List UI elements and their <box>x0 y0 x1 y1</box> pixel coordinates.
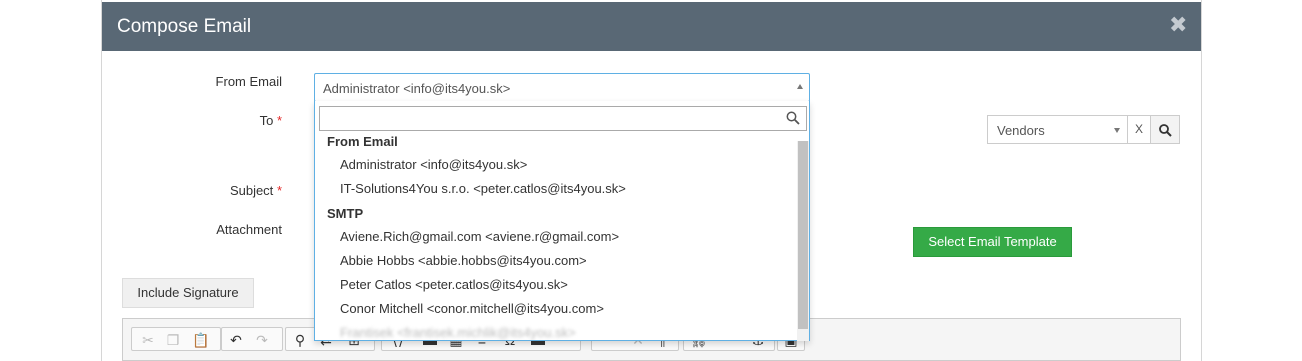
dropdown-scrollbar[interactable] <box>797 141 809 341</box>
close-icon[interactable]: ✖ <box>1169 14 1187 36</box>
option-item[interactable]: Peter Catlos <peter.catlos@its4you.sk> <box>315 277 799 301</box>
clear-button[interactable]: X <box>1127 115 1151 144</box>
option-item[interactable]: Aviene.Rich@gmail.com <aviene.r@gmail.co… <box>315 229 799 253</box>
cut-icon[interactable]: ✂ <box>140 332 156 348</box>
search-icon <box>786 111 800 125</box>
required-mark: * <box>276 113 282 128</box>
subject-label: Subject * <box>102 183 282 198</box>
required-mark: * <box>276 183 282 198</box>
to-module-select[interactable]: Vendors <box>987 115 1128 144</box>
compose-email-modal: Compose Email ✖ From Email To * Subject … <box>101 0 1202 361</box>
toolbar-clipboard-group: ✂ ❐ 📋 <box>131 327 221 351</box>
search-icon <box>1159 124 1172 137</box>
dropdown-list: From Email Administrator <info@its4you.s… <box>315 133 799 341</box>
undo-icon[interactable]: ↶ <box>228 332 244 348</box>
scroll-thumb[interactable] <box>798 141 808 329</box>
search-button[interactable] <box>1150 115 1180 144</box>
redo-icon[interactable]: ↷ <box>254 332 270 348</box>
option-item[interactable]: IT-Solutions4You s.r.o. <peter.catlos@it… <box>315 181 799 205</box>
from-email-label-text: From Email <box>215 74 282 89</box>
copy-icon[interactable]: ❐ <box>165 332 181 348</box>
from-email-label: From Email <box>102 74 282 89</box>
modal-header: Compose Email ✖ <box>102 2 1201 51</box>
paste-icon[interactable]: 📋 <box>192 332 209 348</box>
modal-title: Compose Email <box>117 16 252 37</box>
from-email-select[interactable]: Administrator <info@its4you.sk> <box>314 73 810 102</box>
to-label: To * <box>102 113 282 128</box>
include-signature-button[interactable]: Include Signature <box>122 278 254 308</box>
option-item[interactable]: Frantisek <frantisek.michlik@its4you.sk> <box>315 325 799 341</box>
chevron-down-icon <box>1114 128 1120 133</box>
subject-label-text: Subject <box>229 183 274 198</box>
option-item[interactable]: Conor Mitchell <conor.mitchell@its4you.c… <box>315 301 799 325</box>
dropdown-search-input[interactable] <box>324 108 788 131</box>
attachment-label: Attachment <box>102 222 282 237</box>
toolbar-undo-group: ↶ ↷ <box>221 327 283 351</box>
attachment-label-text: Attachment <box>216 222 282 237</box>
from-email-value: Administrator <info@its4you.sk> <box>323 81 511 96</box>
group-label: SMTP <box>327 206 364 221</box>
chevron-up-icon <box>797 84 803 89</box>
dropdown-search-box <box>319 106 807 131</box>
select-email-template-button[interactable]: Select Email Template <box>913 227 1072 257</box>
group-label: From Email <box>327 134 398 149</box>
from-email-dropdown: From Email Administrator <info@its4you.s… <box>314 101 810 341</box>
to-label-text: To <box>259 113 274 128</box>
to-module-value: Vendors <box>997 123 1045 138</box>
option-item[interactable]: Abbie Hobbs <abbie.hobbs@its4you.com> <box>315 253 799 277</box>
option-item[interactable]: Administrator <info@its4you.sk> <box>315 157 799 181</box>
find-icon[interactable]: ⚲ <box>292 332 308 348</box>
